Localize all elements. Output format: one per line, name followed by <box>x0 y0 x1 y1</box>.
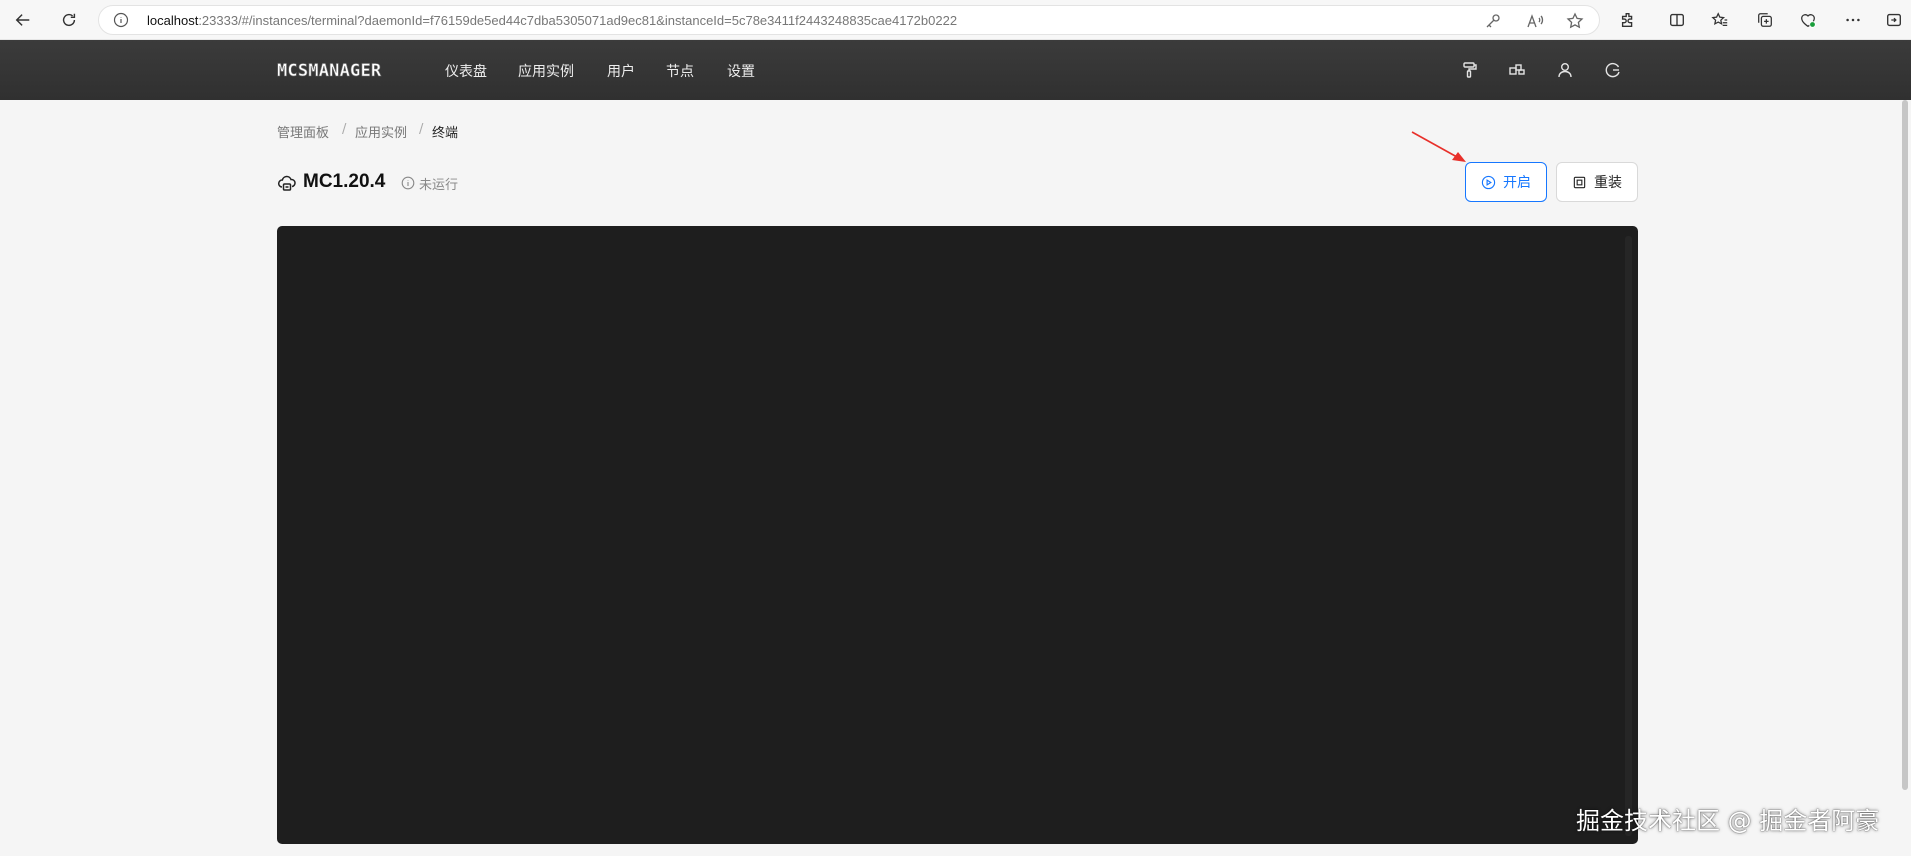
cloud-server-icon <box>277 173 297 193</box>
url-path: :23333/#/instances/terminal?daemonId=f76… <box>198 13 958 28</box>
logo-text: MCSMANAGER <box>277 61 382 80</box>
logout-icon[interactable] <box>1604 61 1622 79</box>
terminal-scrollbar[interactable] <box>1625 236 1632 836</box>
paint-roller-icon[interactable] <box>1460 61 1478 79</box>
nav-item-nodes[interactable]: 节点 <box>666 61 694 81</box>
breadcrumb-item-instances[interactable]: 应用实例 <box>355 122 407 141</box>
breadcrumb-separator: / <box>342 122 347 137</box>
breadcrumb-separator: / <box>419 122 424 137</box>
nav-item-users[interactable]: 用户 <box>607 61 635 81</box>
page-scrollbar[interactable] <box>1902 100 1908 790</box>
status-badge: 未运行 <box>419 178 459 193</box>
annotation-arrow <box>1411 131 1466 162</box>
key-icon[interactable] <box>1484 12 1502 30</box>
url-host: localhost <box>147 13 199 28</box>
reinstall-button-label: 重装 <box>1594 175 1622 191</box>
favorite-star-icon[interactable] <box>1566 12 1584 30</box>
nav-item-dashboard[interactable]: 仪表盘 <box>445 61 487 81</box>
mcsmanager-logo[interactable]: MCSMANAGER <box>277 60 417 80</box>
info-icon[interactable] <box>113 12 129 28</box>
more-icon[interactable] <box>1842 9 1864 31</box>
start-button[interactable]: 开启 <box>1465 162 1547 202</box>
favorites-icon[interactable] <box>1709 9 1731 31</box>
url-text[interactable]: localhost:23333/#/instances/terminal?dae… <box>147 13 957 28</box>
extensions-icon[interactable] <box>1617 9 1639 31</box>
info-circle-icon <box>401 175 415 190</box>
performance-icon[interactable] <box>1797 9 1819 31</box>
terminal-console[interactable] <box>277 226 1638 844</box>
breadcrumb-item-panel[interactable]: 管理面板 <box>277 122 329 141</box>
breadcrumb-item-terminal: 终端 <box>432 126 459 141</box>
layout-icon[interactable] <box>1508 61 1526 79</box>
address-bar[interactable]: localhost:23333/#/instances/terminal?dae… <box>98 5 1600 35</box>
browser-toolbar: localhost:23333/#/instances/terminal?dae… <box>0 0 1911 40</box>
nav-item-settings[interactable]: 设置 <box>727 61 755 81</box>
reinstall-button[interactable]: 重装 <box>1556 162 1638 202</box>
user-icon[interactable] <box>1556 61 1574 79</box>
play-circle-icon <box>1481 175 1496 189</box>
watermark: 掘金技术社区 @ 掘金者阿豪 <box>1576 807 1880 835</box>
collections-icon[interactable] <box>1754 9 1776 31</box>
nav-item-instances[interactable]: 应用实例 <box>518 61 574 81</box>
reinstall-icon <box>1573 176 1586 188</box>
back-icon[interactable] <box>12 9 34 31</box>
app-navbar: MCSMANAGER 仪表盘 应用实例 用户 节点 设置 <box>0 40 1911 100</box>
instance-title: MC1.20.4 <box>303 171 386 192</box>
sidebar-icon[interactable] <box>1883 9 1905 31</box>
read-aloud-icon[interactable] <box>1526 12 1544 30</box>
refresh-icon[interactable] <box>58 9 80 31</box>
start-button-label: 开启 <box>1503 175 1531 191</box>
split-screen-icon[interactable] <box>1666 9 1688 31</box>
